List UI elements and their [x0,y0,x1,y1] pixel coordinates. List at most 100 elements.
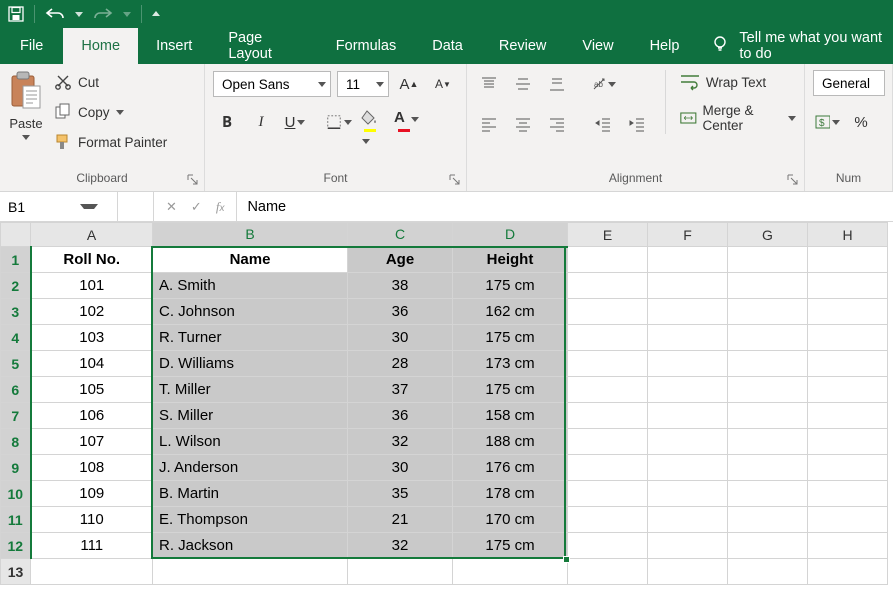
cell[interactable] [808,299,888,325]
cell[interactable] [648,273,728,299]
cell[interactable] [728,325,808,351]
cell[interactable]: R. Jackson [153,533,348,559]
cell[interactable] [728,377,808,403]
cell[interactable] [808,403,888,429]
cell[interactable]: 162 cm [453,299,568,325]
cell[interactable]: 36 [348,403,453,429]
cell[interactable]: 175 cm [453,273,568,299]
cell[interactable] [568,429,648,455]
cell[interactable] [648,481,728,507]
row-header[interactable]: 11 [1,507,31,533]
cell[interactable]: 178 cm [453,481,568,507]
cell[interactable]: 30 [348,455,453,481]
cell[interactable] [808,481,888,507]
worksheet[interactable]: A B C D E F G H 1Roll No.NameAgeHeight21… [0,222,893,585]
cell[interactable] [568,325,648,351]
cell[interactable]: 104 [31,351,153,377]
cell[interactable]: 32 [348,533,453,559]
cell[interactable] [648,429,728,455]
cell[interactable] [568,507,648,533]
fill-color-button[interactable] [359,108,387,136]
cell[interactable]: C. Johnson [153,299,348,325]
cell[interactable]: A. Smith [153,273,348,299]
cell[interactable] [728,455,808,481]
cell[interactable] [648,325,728,351]
borders-button[interactable] [325,108,353,136]
redo-icon[interactable] [93,7,113,21]
cell[interactable] [808,429,888,455]
cell[interactable] [568,403,648,429]
tab-review[interactable]: Review [481,28,565,64]
cell[interactable]: Name [153,247,348,273]
cell[interactable] [568,481,648,507]
cell[interactable] [808,507,888,533]
cell[interactable]: 35 [348,481,453,507]
cell[interactable] [568,533,648,559]
cell[interactable]: 173 cm [453,351,568,377]
cell[interactable] [568,455,648,481]
cell[interactable] [808,247,888,273]
row-header[interactable]: 2 [1,273,31,299]
cell[interactable]: 21 [348,507,453,533]
cell[interactable] [648,299,728,325]
chevron-down-icon[interactable] [80,204,98,209]
cell[interactable] [808,273,888,299]
cell[interactable]: 38 [348,273,453,299]
orientation-icon[interactable]: ab [589,70,617,98]
cell[interactable]: 109 [31,481,153,507]
name-box-input[interactable] [0,199,80,215]
tab-data[interactable]: Data [414,28,481,64]
align-left-icon[interactable] [475,110,503,138]
select-all-corner[interactable] [1,223,31,247]
enter-icon[interactable]: ✓ [191,199,202,215]
align-center-icon[interactable] [509,110,537,138]
cell[interactable] [728,351,808,377]
bold-button[interactable]: B [213,108,241,136]
italic-button[interactable]: I [247,108,275,136]
row-header[interactable]: 12 [1,533,31,559]
fill-handle[interactable] [563,556,570,563]
cell[interactable] [808,559,888,585]
cell[interactable] [808,325,888,351]
cell[interactable] [648,559,728,585]
cell[interactable] [728,481,808,507]
cell[interactable] [808,455,888,481]
cell[interactable] [808,377,888,403]
cell[interactable] [648,533,728,559]
formula-input[interactable] [237,192,893,221]
cell[interactable]: L. Wilson [153,429,348,455]
tab-file[interactable]: File [0,28,63,64]
merge-center-button[interactable]: Merge & Center [680,106,796,130]
cell[interactable] [153,559,348,585]
cell[interactable] [568,559,648,585]
align-middle-icon[interactable] [509,70,537,98]
cell[interactable]: 102 [31,299,153,325]
cell[interactable]: 103 [31,325,153,351]
font-name-select[interactable]: Open Sans [213,71,331,97]
row-header[interactable]: 10 [1,481,31,507]
cell[interactable] [568,351,648,377]
cut-button[interactable]: Cut [54,70,167,94]
cell[interactable] [728,559,808,585]
decrease-indent-icon[interactable] [589,110,617,138]
dialog-launcher-icon[interactable] [448,173,462,187]
number-format-select[interactable]: General [813,70,885,96]
cell[interactable]: 158 cm [453,403,568,429]
tab-insert[interactable]: Insert [138,28,210,64]
cell[interactable]: 175 cm [453,533,568,559]
cell[interactable] [568,299,648,325]
tab-page-layout[interactable]: Page Layout [210,28,317,64]
tab-formulas[interactable]: Formulas [318,28,414,64]
save-icon[interactable] [8,6,24,22]
font-size-select[interactable]: 11 [337,71,389,97]
cell[interactable] [648,247,728,273]
cell[interactable]: S. Miller [153,403,348,429]
row-header[interactable]: 5 [1,351,31,377]
cell[interactable] [808,533,888,559]
cancel-icon[interactable]: ✕ [166,199,177,215]
font-color-button[interactable]: A [393,108,421,136]
cell[interactable] [568,377,648,403]
cell[interactable]: Roll No. [31,247,153,273]
cell[interactable]: 188 cm [453,429,568,455]
cell[interactable]: E. Thompson [153,507,348,533]
